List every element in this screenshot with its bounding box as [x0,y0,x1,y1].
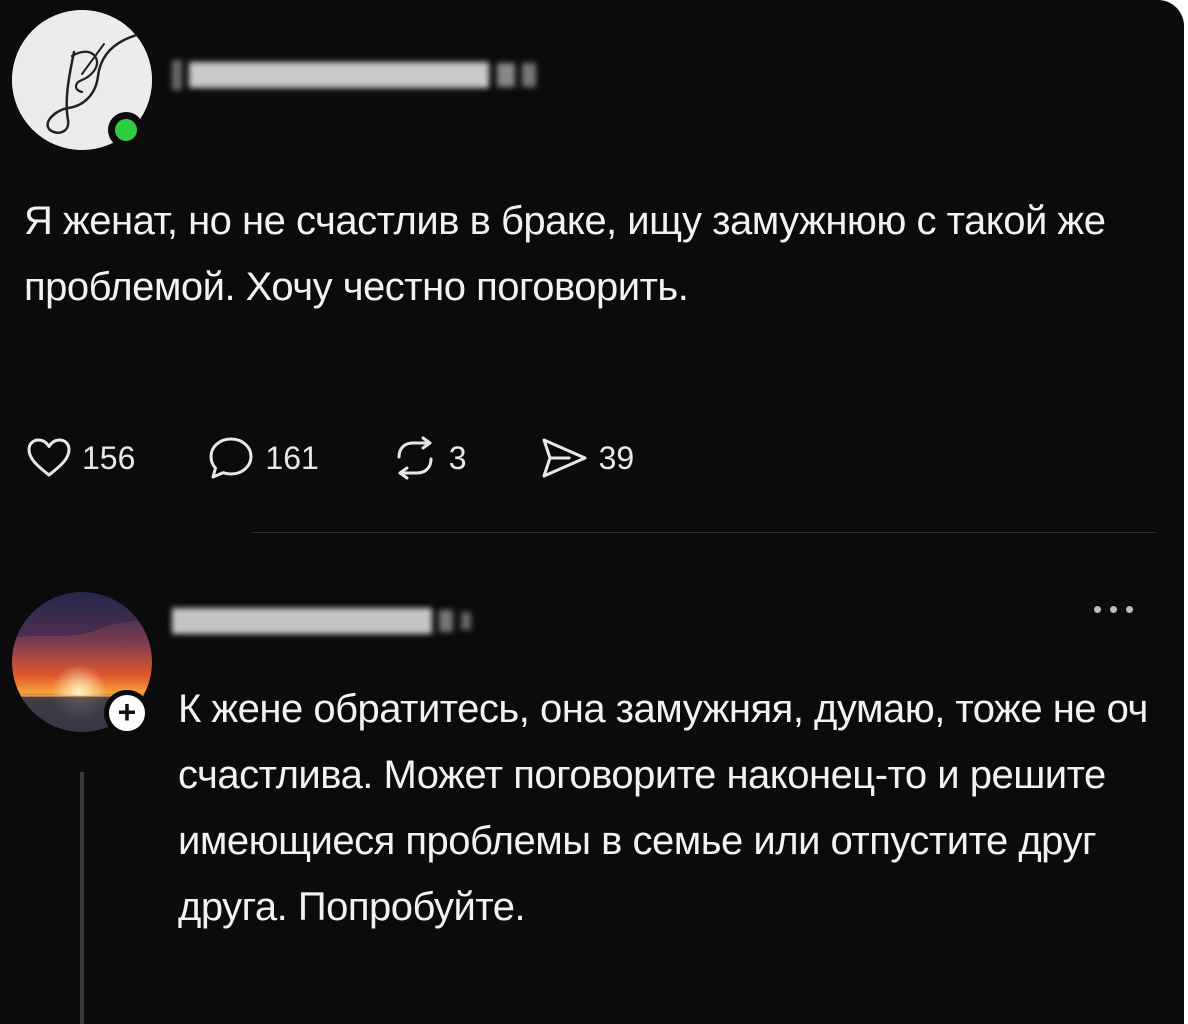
post-action-bar: 156 161 3 39 [26,430,706,486]
repost-button[interactable]: 3 [391,435,467,481]
reply-username-blurred[interactable] [172,608,474,634]
share-count: 39 [598,439,635,476]
reply-text: К жене обратитесь, она замужняя, думаю, … [178,687,1148,929]
repost-icon [397,436,433,480]
comment-count: 161 [265,439,319,476]
online-status-indicator [108,112,144,148]
post-card: Я женат, но не счастлив в браке, ищу зам… [0,0,1184,1024]
heart-icon [27,438,71,477]
post-text: Я женат, но не счастлив в браке, ищу зам… [24,199,1106,309]
thread-line [80,772,84,1024]
comment-button[interactable]: 161 [207,435,319,481]
more-dots-icon[interactable] [1094,606,1133,613]
follow-plus-badge[interactable]: + [104,690,150,736]
share-button[interactable]: 39 [539,435,635,481]
repost-count: 3 [448,439,467,476]
comment-icon [209,437,253,479]
like-button[interactable]: 156 [26,437,135,479]
send-icon [542,438,587,478]
like-count: 156 [82,439,136,476]
divider [252,532,1156,533]
author-username-blurred[interactable] [172,60,539,90]
